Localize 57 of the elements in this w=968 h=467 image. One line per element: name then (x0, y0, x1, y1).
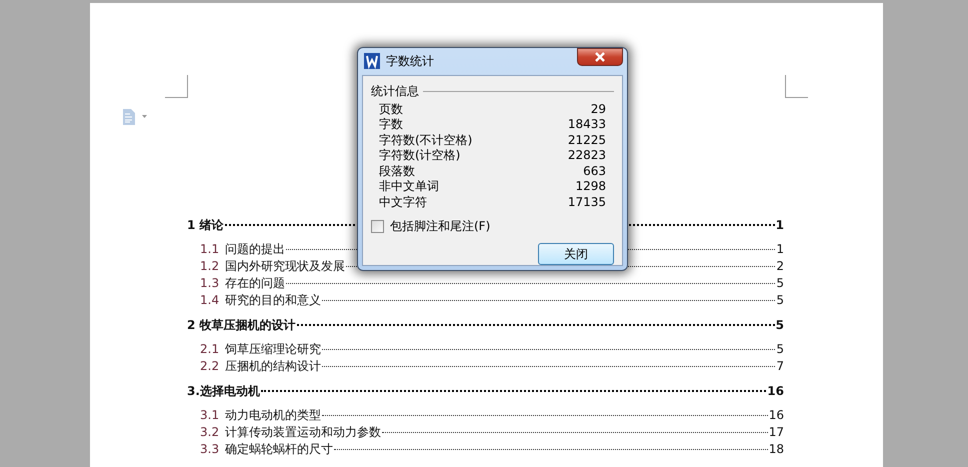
close-icon (594, 52, 606, 62)
section-number: 3.3 (200, 442, 220, 456)
section-number: 1.3 (200, 276, 220, 290)
page-number: 18 (768, 442, 784, 456)
stat-value: 1298 (575, 179, 606, 194)
section-number: 2.1 (200, 342, 220, 356)
page-number: 5 (776, 293, 784, 307)
app-logo-icon (364, 53, 380, 70)
page-number: 5 (776, 342, 784, 356)
stat-label: 非中文单词 (379, 179, 439, 194)
margin-corner-mark (165, 75, 188, 98)
stat-value: 22823 (568, 148, 606, 164)
toc-entry: 压捆机的结构设计 (225, 358, 322, 375)
toc-heading: 3.选择电动机 (187, 383, 260, 400)
page-number: 16 (768, 408, 784, 422)
toc-entry: 动力电动机的类型 (225, 407, 322, 424)
page-number: 5 (776, 276, 784, 290)
stat-value: 17135 (568, 194, 606, 210)
stat-label: 字符数(不计空格) (379, 132, 472, 148)
section-number: 3.2 (200, 425, 220, 439)
toc-heading: 1 绪论 (187, 217, 224, 234)
toc-heading: 2 牧草压捆机的设计 (187, 317, 296, 334)
stat-value: 29 (590, 102, 606, 117)
stat-label: 段落数 (379, 164, 415, 179)
close-button[interactable] (577, 48, 623, 66)
page-number: 7 (776, 359, 784, 373)
page-number: 1 (776, 218, 784, 232)
group-label: 统计信息 (371, 82, 419, 100)
toc-entry: 计算传动装置运动和动力参数 (225, 424, 382, 441)
page-number: 2 (776, 259, 784, 273)
checkbox-label[interactable]: 包括脚注和尾注(F) (390, 218, 490, 235)
checkbox[interactable] (371, 220, 384, 233)
margin-corner-mark (785, 75, 808, 98)
section-number: 2.2 (200, 359, 220, 373)
toc-entry: 饲草压缩理论研究 (225, 341, 322, 358)
page-number: 16 (767, 384, 784, 398)
page-number: 17 (768, 425, 784, 439)
toc-entry: 问题的提出 (225, 241, 286, 258)
stat-label: 字数 (379, 117, 403, 132)
section-number: 1.1 (200, 242, 220, 256)
section-number: 1.2 (200, 259, 220, 273)
close-dialog-button[interactable]: 关闭 (538, 243, 614, 265)
stat-value: 18433 (568, 117, 606, 132)
section-number: 1.4 (200, 293, 220, 307)
page-number: 1 (776, 242, 784, 256)
stat-label: 页数 (379, 102, 403, 117)
dialog-title: 字数统计 (386, 52, 435, 70)
stat-label: 中文字符 (379, 194, 427, 210)
page-number: 5 (776, 318, 784, 332)
stat-value: 663 (583, 164, 606, 179)
stat-label: 字符数(计空格) (379, 148, 460, 164)
stat-value: 21225 (568, 132, 606, 148)
toc-entry: 国内外研究现状及发展 (225, 258, 346, 275)
section-number: 3.1 (200, 408, 220, 422)
toc-entry: 确定蜗轮蜗杆的尺寸 (225, 441, 334, 458)
toc-entry: 研究的目的和意义 (225, 292, 322, 309)
toc-entry: 存在的问题 (225, 275, 286, 292)
